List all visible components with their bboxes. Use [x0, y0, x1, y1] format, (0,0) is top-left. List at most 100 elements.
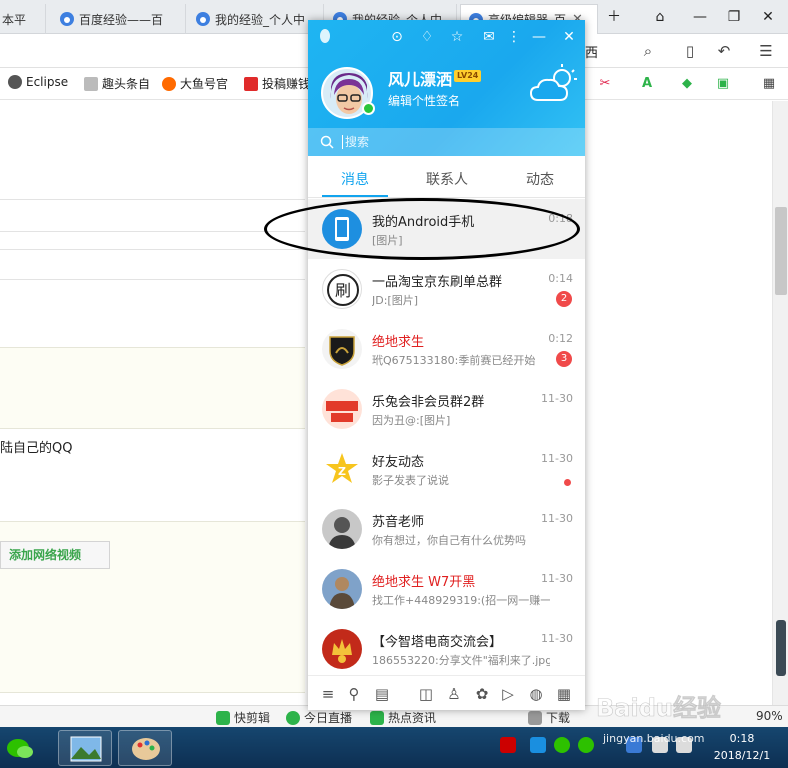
shirt-icon[interactable]: ⌂ [650, 7, 670, 27]
tray-wechat-icon[interactable] [554, 737, 570, 753]
conversation-time: 11-30 [541, 632, 573, 645]
shirt-icon[interactable]: ♢ [418, 28, 436, 46]
bookmark-item[interactable]: 大鱼号官 [162, 75, 228, 92]
conversation-item[interactable]: 乐兔会非会员群2群 因为丑@:[图片] 11-30 [308, 379, 585, 439]
weather-icon[interactable] [528, 62, 580, 106]
watermark-url: jingyan.baidu.com [603, 732, 705, 745]
browser-tab-3[interactable]: 我的经验_个人中 [188, 4, 324, 34]
menu-icon[interactable]: ☰ [756, 41, 776, 61]
tab-contacts[interactable]: 联系人 [407, 169, 487, 189]
zoom-level[interactable]: 90% [756, 709, 783, 723]
clock-icon[interactable]: ⊙ [388, 28, 406, 46]
unread-badge: 2 [556, 291, 572, 307]
conversation-time: 0:12 [548, 332, 573, 345]
video-icon[interactable]: ▷ [498, 684, 518, 704]
browser-tab-2[interactable]: 百度经验——百 [52, 4, 186, 34]
conversation-item[interactable]: 【今智塔电商交流会】 186553220:分享文件"福利来了.jpg" 11-3… [308, 619, 585, 679]
conversation-item[interactable]: Z 好友动态 影子发表了说说 11-30 [308, 439, 585, 499]
browser-tab-1[interactable]: 本平 [0, 4, 46, 34]
tray-app-icon[interactable] [530, 737, 546, 753]
signature-edit[interactable]: 编辑个性签名 [388, 92, 460, 109]
add-video-button[interactable]: 添加网络视频 [0, 541, 110, 569]
status-item[interactable]: 今日直播 [286, 709, 352, 726]
photo-icon [70, 736, 102, 762]
play-icon [216, 710, 230, 725]
paint-taskbar-button[interactable] [118, 730, 172, 766]
group-avatar [322, 629, 362, 669]
status-item[interactable]: 下载 [528, 709, 570, 726]
status-label: 快剪辑 [234, 711, 271, 725]
page-scrollbar[interactable] [772, 101, 788, 705]
app-manager-icon[interactable]: ▦ [554, 684, 574, 704]
eclipse-icon [8, 75, 22, 89]
divider [0, 231, 305, 232]
bookmark-label: 大鱼号官 [180, 77, 229, 91]
conversation-name: 好友动态 [372, 455, 425, 470]
system-clock[interactable]: 0:18 2018/12/1 [702, 730, 782, 764]
bookmark-item[interactable]: 投稿赚钱 [244, 75, 310, 92]
friend-feed-icon: Z [322, 449, 362, 489]
tray-chat-icon[interactable] [578, 737, 594, 753]
qq-tab-bar: 消息 联系人 动态 [308, 156, 585, 198]
qq-header: ⊙ ♢ ☆ ✉ ⋮ — ✕ 风儿漂洒 LV24 编辑个性签名 [308, 20, 585, 156]
conversation-time: 11-30 [541, 392, 573, 405]
status-item[interactable]: 热点资讯 [370, 709, 436, 726]
new-tab-icon[interactable]: ＋ [604, 7, 624, 27]
meter-widget [776, 620, 786, 676]
game-icon[interactable]: ▣ [712, 74, 734, 94]
minimize-icon[interactable]: — [690, 7, 710, 27]
apps-icon[interactable]: ▦ [758, 74, 780, 94]
shield-icon[interactable]: ◆ [676, 74, 698, 94]
conversation-preview: [图片] [372, 234, 403, 247]
divider [0, 199, 305, 200]
game-icon[interactable]: ◫ [416, 684, 436, 704]
browser-icon[interactable]: ◍ [526, 684, 546, 704]
wechat-taskbar-button[interactable] [0, 730, 40, 766]
svg-text:Z: Z [338, 465, 346, 478]
svg-text:刷: 刷 [335, 281, 351, 300]
tab-feeds[interactable]: 动态 [500, 169, 580, 189]
close-window-icon[interactable]: ✕ [758, 7, 778, 27]
group-avatar: 刷 [322, 269, 362, 309]
status-item[interactable]: 快剪辑 [216, 709, 270, 726]
phone-icon[interactable]: ▯ [680, 41, 700, 61]
minimize-icon[interactable]: — [530, 28, 548, 46]
photo-taskbar-button[interactable] [58, 730, 112, 766]
tougao-icon [244, 76, 258, 91]
main-menu-icon[interactable]: ≡ [318, 684, 338, 704]
conversation-time: 0:14 [548, 272, 573, 285]
tab-messages[interactable]: 消息 [315, 169, 395, 189]
conversation-item[interactable]: 绝地求生 玳Q675133180:季前赛已经开始 0:12 3 [308, 319, 585, 379]
translate-icon[interactable]: A [636, 74, 658, 94]
add-friend-icon[interactable]: ⚲ [344, 684, 364, 704]
conversation-item[interactable]: 刷 一品淘宝京东刷单总群 JD:[图片] 0:14 2 [308, 259, 585, 319]
star-icon[interactable]: ☆ [448, 28, 466, 46]
conversation-item[interactable]: 我的Android手机 [图片] 0:18 [308, 199, 585, 259]
tray-app-icon[interactable] [500, 737, 516, 753]
bookmark-item[interactable]: 趣头条自 [84, 75, 150, 92]
penguin-icon[interactable]: ♙ [444, 684, 464, 704]
search-icon[interactable]: ⌕ [638, 41, 658, 61]
bookmark-item[interactable]: Eclipse [8, 75, 68, 89]
more-icon[interactable]: ⋮ [505, 28, 523, 46]
scrollbar-thumb[interactable] [775, 207, 787, 295]
scissors-icon[interactable]: ✂ [594, 74, 616, 94]
files-icon[interactable]: ▤ [372, 684, 392, 704]
address-text[interactable]: 西 [585, 42, 598, 61]
undo-icon[interactable]: ↶ [714, 41, 734, 61]
restore-icon[interactable]: ❐ [724, 7, 744, 27]
profile-name[interactable]: 风儿漂洒 [388, 66, 452, 90]
conversation-preview: 玳Q675133180:季前赛已经开始 [372, 354, 536, 367]
close-icon[interactable]: ✕ [560, 28, 578, 46]
dayu-icon [162, 76, 176, 91]
mail-icon[interactable]: ✉ [480, 28, 498, 46]
online-status-icon[interactable] [362, 102, 375, 115]
conversation-item[interactable]: 绝地求生 W7开黑 找工作+448929319:(招一网一赚一条 11-30 [308, 559, 585, 619]
music-icon[interactable]: ✿ [472, 684, 492, 704]
conversation-name: 绝地求生 [372, 335, 425, 350]
search-input[interactable] [342, 135, 562, 149]
content-panel [0, 347, 305, 429]
android-phone-avatar [322, 209, 362, 249]
conversation-item[interactable]: 苏音老师 你有想过，你自己有什么优势吗 11-30 [308, 499, 585, 559]
qq-penguin-icon [316, 28, 334, 46]
